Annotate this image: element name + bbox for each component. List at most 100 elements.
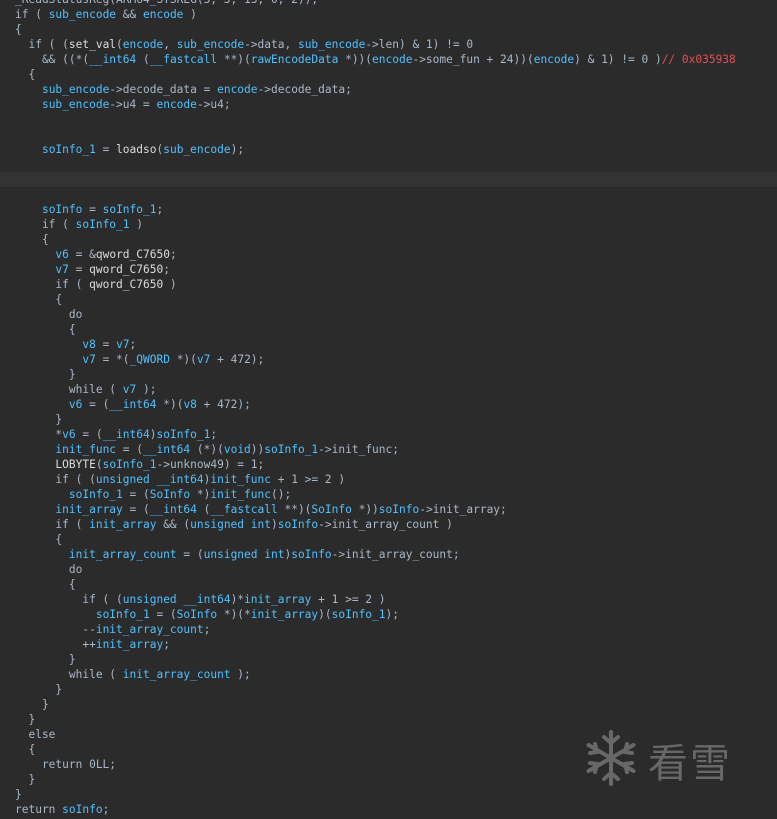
code-token: else	[15, 728, 56, 741]
code-line[interactable]: soInfo_1 = (SoInfo *)init_func();	[0, 487, 777, 502]
code-line[interactable]: return soInfo;	[0, 802, 777, 817]
code-line[interactable]	[0, 112, 777, 127]
code-line[interactable]: v6 = &qword_C7650;	[0, 247, 777, 262]
code-line[interactable]: sub_encode->u4 = encode->u4;	[0, 97, 777, 112]
code-line[interactable]: v8 = v7;	[0, 337, 777, 352]
code-line[interactable]: v7 = qword_C7650;	[0, 262, 777, 277]
code-line[interactable]: init_array = (__int64 (__fastcall **)(So…	[0, 502, 777, 517]
code-token: = (	[82, 398, 110, 411]
code-line[interactable]: }	[0, 412, 777, 427]
code-token: {	[15, 23, 22, 36]
code-token: SoInfo	[176, 608, 218, 621]
code-token: SoInfo	[149, 488, 191, 501]
code-token: ->u4 =	[109, 98, 157, 111]
code-line[interactable]: soInfo_1 = (SoInfo *)(*init_array)(soInf…	[0, 607, 777, 622]
code-token: if ( (	[15, 473, 96, 486]
code-token: qword_C7650	[89, 278, 164, 291]
code-line[interactable]	[0, 172, 777, 187]
code-token: {	[15, 293, 63, 306]
code-token: soInfo	[378, 503, 420, 516]
code-line[interactable]: {	[0, 322, 777, 337]
code-token: ->unknow49) = 1;	[156, 458, 265, 471]
code-token: v7	[196, 353, 211, 366]
code-token: init_func	[55, 443, 117, 456]
code-token: ))	[250, 443, 265, 456]
code-token: encode	[122, 38, 164, 51]
code-line[interactable]: v6 = (__int64 *)(v8 + 472);	[0, 397, 777, 412]
code-token: __int64	[89, 53, 137, 66]
code-line[interactable]: {	[0, 22, 777, 37]
code-line[interactable]: }	[0, 367, 777, 382]
code-line[interactable]: && ((*(__int64 (__fastcall **)(rawEncode…	[0, 52, 777, 67]
code-line[interactable]: }	[0, 652, 777, 667]
code-line[interactable]: {	[0, 292, 777, 307]
code-token: v7	[116, 338, 130, 351]
code-line[interactable]: {	[0, 67, 777, 82]
code-line[interactable]: --init_array_count;	[0, 622, 777, 637]
code-token: _ReadStatusReg(ARM64_SYSREG(3, 3, 13, 0,…	[15, 0, 318, 6]
code-line[interactable]: if ( (set_val(encode, sub_encode->data, …	[0, 37, 777, 52]
code-line[interactable]: if ( (unsigned __int64)*init_array + 1 >…	[0, 592, 777, 607]
code-token: while (	[15, 383, 123, 396]
code-token: soInfo_1	[68, 488, 123, 501]
code-line[interactable]: do	[0, 307, 777, 322]
code-line[interactable]: }	[0, 682, 777, 697]
code-token: encode	[217, 83, 258, 96]
code-line[interactable]: sub_encode->decode_data = encode->decode…	[0, 82, 777, 97]
code-line[interactable]: }	[0, 697, 777, 712]
code-line[interactable]: v7 = *(_QWORD *)(v7 + 472);	[0, 352, 777, 367]
code-token: if ( (	[15, 38, 69, 51]
code-line[interactable]: LOBYTE(soInfo_1->unknow49) = 1;	[0, 457, 777, 472]
code-token: = (	[176, 548, 204, 561]
code-line[interactable]: {	[0, 577, 777, 592]
code-line[interactable]: if ( soInfo_1 )	[0, 217, 777, 232]
code-line[interactable]: {	[0, 532, 777, 547]
code-token: encode	[156, 98, 197, 111]
code-token: ->u4;	[196, 98, 231, 111]
code-token: }	[15, 368, 76, 381]
code-line[interactable]: if ( init_array && (unsigned int)soInfo-…	[0, 517, 777, 532]
code-token: )*	[230, 593, 245, 606]
code-token: ->init_func;	[318, 443, 399, 456]
code-line[interactable]: if ( (unsigned __int64)init_func + 1 >= …	[0, 472, 777, 487]
code-line[interactable]: soInfo_1 = loadso(sub_encode);	[0, 142, 777, 157]
code-token: __int64	[109, 398, 157, 411]
code-token: );	[385, 608, 399, 621]
code-token: // 0x035938	[661, 53, 736, 66]
code-token: + 472);	[210, 353, 265, 366]
code-line[interactable]: soInfo = soInfo_1;	[0, 202, 777, 217]
code-line[interactable]	[0, 187, 777, 202]
code-line[interactable]: *v6 = (__int64)soInfo_1;	[0, 427, 777, 442]
code-line[interactable]: init_array_count = (unsigned int)soInfo-…	[0, 547, 777, 562]
code-token: init_array_count	[122, 668, 231, 681]
code-line[interactable]: if ( qword_C7650 )	[0, 277, 777, 292]
code-line[interactable]: init_func = (__int64 (*)(void))soInfo_1-…	[0, 442, 777, 457]
code-token: qword_C7650	[95, 248, 170, 261]
code-line[interactable]: }	[0, 712, 777, 727]
code-token: return 0LL;	[15, 758, 117, 771]
code-token: encode	[533, 53, 575, 66]
code-token: *))	[351, 503, 379, 516]
code-token: (	[95, 458, 103, 471]
code-line[interactable]	[0, 157, 777, 172]
code-token: )	[163, 278, 177, 291]
code-token: soInfo	[41, 203, 83, 216]
code-token: *)(	[169, 353, 197, 366]
pseudocode-view[interactable]: _ReadStatusReg(ARM64_SYSREG(3, 3, 13, 0,…	[0, 0, 777, 819]
code-token: __int64	[143, 443, 191, 456]
code-line[interactable]: ++init_array;	[0, 637, 777, 652]
code-line[interactable]: if ( sub_encode && encode )	[0, 7, 777, 22]
code-token: *)(	[156, 398, 184, 411]
code-line[interactable]: while ( init_array_count );	[0, 667, 777, 682]
code-token: ->init_array;	[419, 503, 507, 516]
code-line[interactable]: {	[0, 232, 777, 247]
code-line[interactable]	[0, 127, 777, 142]
code-line[interactable]: do	[0, 562, 777, 577]
code-token: );	[136, 383, 157, 396]
code-line[interactable]: _ReadStatusReg(ARM64_SYSREG(3, 3, 13, 0,…	[0, 0, 777, 7]
code-line[interactable]: while ( v7 );	[0, 382, 777, 397]
code-token: __fastcall	[210, 503, 278, 516]
code-token: unsigned int	[203, 548, 285, 561]
